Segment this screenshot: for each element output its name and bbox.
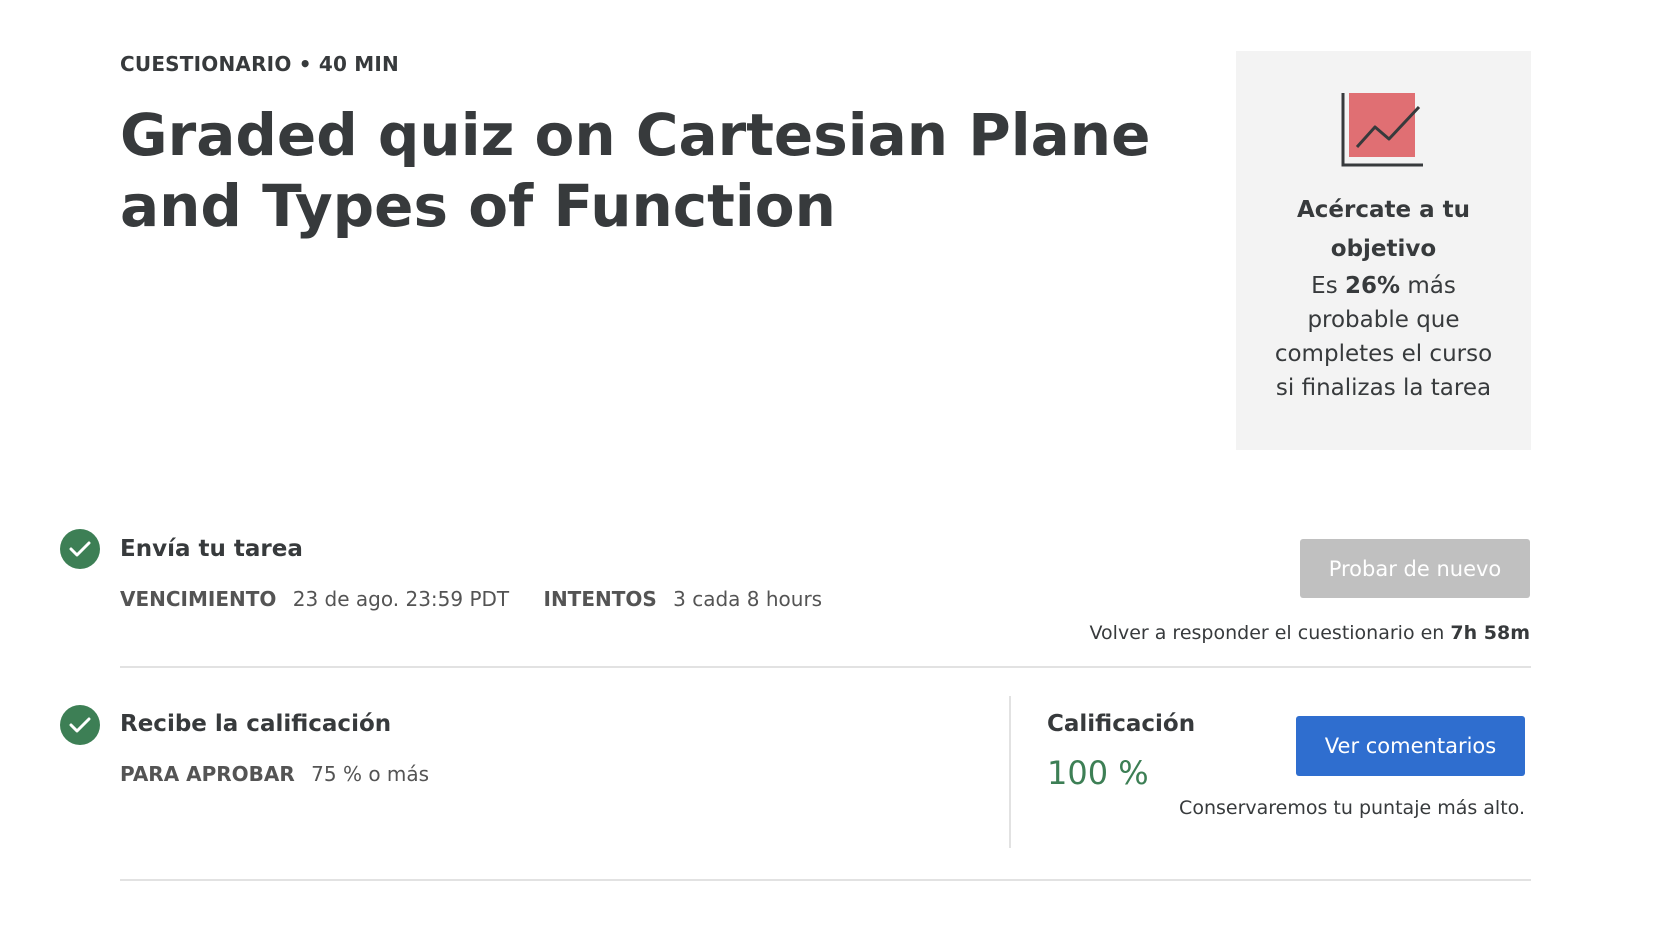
goal-body-suffix: más bbox=[1400, 273, 1456, 299]
goal-title-line2: objetivo bbox=[1330, 236, 1437, 262]
attempts-label: INTENTOS bbox=[543, 587, 657, 611]
goal-card: Acércate a tu objetivo Es 26% más probab… bbox=[1236, 51, 1531, 450]
vertical-divider bbox=[1009, 696, 1011, 848]
check-circle-icon bbox=[60, 705, 100, 745]
grade-label: Calificación bbox=[1047, 711, 1196, 737]
submit-step-title: Envía tu tarea bbox=[120, 536, 303, 562]
due-value: 23 de ago. 23:59 PDT bbox=[292, 587, 510, 611]
retry-time: 7h 58m bbox=[1450, 622, 1530, 644]
quiz-eyebrow: CUESTIONARIO • 40 MIN bbox=[120, 52, 399, 76]
grade-step-title: Recibe la calificación bbox=[120, 711, 392, 737]
check-circle-icon bbox=[60, 529, 100, 569]
pass-label: PARA APROBAR bbox=[120, 762, 295, 786]
retry-note-text: Volver a responder el cuestionario en bbox=[1089, 622, 1451, 644]
grade-step-meta: PARA APROBAR 75 % o más bbox=[120, 762, 457, 786]
trend-chart-icon bbox=[1341, 91, 1425, 171]
retry-note: Volver a responder el cuestionario en 7h… bbox=[1090, 622, 1530, 644]
keep-highest-note: Conservaremos tu puntaje más alto. bbox=[1179, 797, 1525, 819]
grade-value: 100 % bbox=[1047, 754, 1149, 792]
goal-body-prefix: Es bbox=[1311, 273, 1345, 299]
goal-body-line2: probable que bbox=[1307, 307, 1460, 333]
view-feedback-button[interactable]: Ver comentarios bbox=[1296, 716, 1525, 776]
goal-body-line4: si finalizas la tarea bbox=[1275, 375, 1492, 401]
goal-body: Es 26% más probable que completes el cur… bbox=[1236, 269, 1531, 405]
attempts-value: 3 cada 8 hours bbox=[673, 587, 823, 611]
goal-title: Acércate a tu objetivo bbox=[1236, 191, 1531, 269]
goal-body-line1: Es 26% más bbox=[1266, 269, 1501, 303]
due-label: VENCIMIENTO bbox=[120, 587, 277, 611]
goal-title-line1: Acércate a tu bbox=[1296, 197, 1471, 223]
goal-body-line3: completes el curso bbox=[1274, 341, 1493, 367]
goal-percent: 26% bbox=[1344, 273, 1401, 299]
submit-step-meta: VENCIMIENTO 23 de ago. 23:59 PDT INTENTO… bbox=[120, 587, 850, 611]
divider bbox=[120, 879, 1531, 881]
page-title: Graded quiz on Cartesian Plane and Types… bbox=[120, 101, 1151, 240]
pass-value: 75 % o más bbox=[311, 762, 430, 786]
retry-button[interactable]: Probar de nuevo bbox=[1300, 539, 1530, 598]
divider bbox=[120, 666, 1531, 668]
